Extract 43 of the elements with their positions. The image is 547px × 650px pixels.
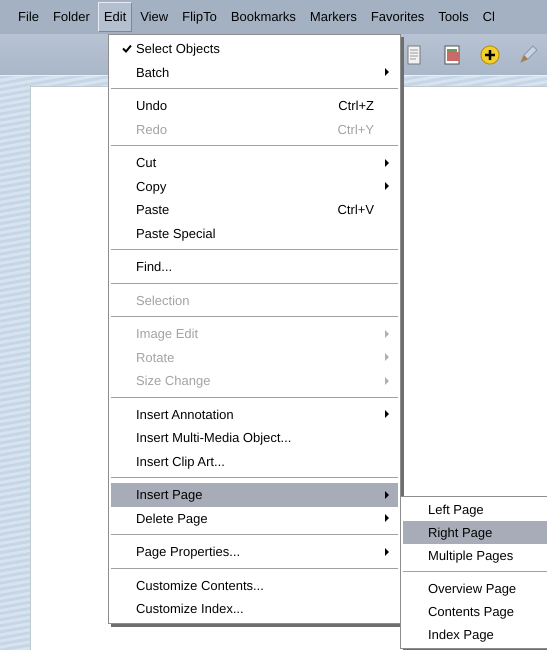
- submenu-arrow-icon: [385, 410, 389, 418]
- menu-item[interactable]: Left Page: [403, 498, 547, 521]
- menu-item[interactable]: Customize Index...: [111, 597, 398, 620]
- menu-item[interactable]: Insert Annotation: [111, 402, 398, 426]
- menu-item[interactable]: Multiple Pages: [403, 544, 547, 567]
- menu-item[interactable]: Contents Page: [403, 600, 547, 623]
- menu-bar-item[interactable]: Edit: [98, 2, 132, 32]
- submenu-arrow-icon: [385, 548, 389, 556]
- menu-item[interactable]: Overview Page: [403, 577, 547, 600]
- submenu-arrow-icon: [385, 158, 389, 167]
- menu-bar-item[interactable]: Favorites: [364, 2, 430, 32]
- menu-item[interactable]: Right Page: [403, 521, 547, 544]
- submenu-arrow-icon: [385, 182, 389, 190]
- add-icon[interactable]: [479, 44, 501, 66]
- menu-bar-item[interactable]: File: [12, 2, 45, 32]
- submenu-arrow-icon: [385, 330, 389, 338]
- submenu-arrow-icon: [385, 490, 389, 499]
- submenu-arrow-icon: [385, 376, 389, 385]
- submenu-arrow-icon: [385, 353, 389, 362]
- menu-bar-item[interactable]: Cl: [476, 2, 501, 32]
- menu-item[interactable]: Copy: [111, 174, 398, 198]
- menu-item[interactable]: Paste Special: [111, 222, 398, 245]
- menu-item[interactable]: Page Properties...: [111, 540, 398, 564]
- menu-item[interactable]: Batch: [111, 60, 398, 84]
- menu-item[interactable]: Cut: [111, 151, 398, 174]
- menu-item[interactable]: Paste Ctrl+V: [111, 198, 398, 222]
- menu-item[interactable]: Index Page: [403, 623, 547, 646]
- submenu-arrow-icon: [385, 68, 389, 76]
- menu-bar-item[interactable]: Markers: [304, 2, 363, 32]
- menu-item[interactable]: Insert Page: [111, 483, 398, 506]
- menu-item[interactable]: Undo Ctrl+Z: [111, 94, 398, 118]
- menu-item[interactable]: Insert Multi-Media Object...: [111, 426, 398, 450]
- menu-item[interactable]: Customize Contents...: [111, 574, 398, 597]
- menu-bar-item[interactable]: Folder: [46, 2, 96, 32]
- menu-item[interactable]: Insert Clip Art...: [111, 450, 398, 473]
- menu-bar-item[interactable]: Bookmarks: [224, 2, 302, 32]
- checkmark-icon: [122, 44, 132, 54]
- menu-bar-item[interactable]: FlipTo: [176, 2, 223, 32]
- submenu-arrow-icon: [385, 514, 389, 522]
- menu-item[interactable]: Find...: [111, 255, 398, 278]
- menu-bar-item[interactable]: Tools: [432, 2, 475, 32]
- menu-bar-item[interactable]: View: [134, 2, 174, 32]
- menu-item[interactable]: Delete Page: [111, 506, 398, 530]
